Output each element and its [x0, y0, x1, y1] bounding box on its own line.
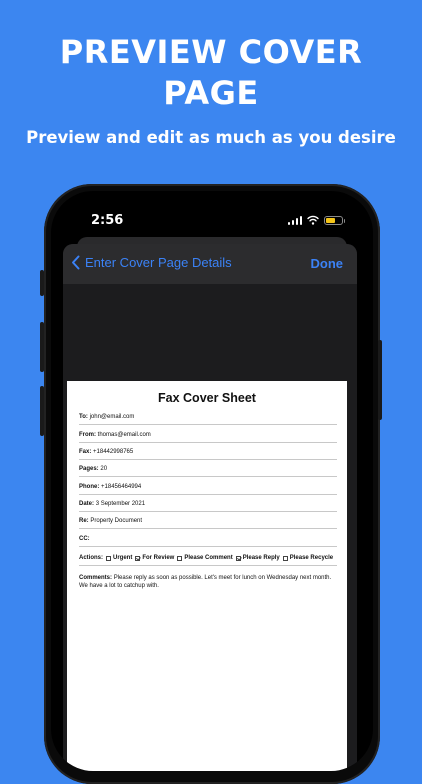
field-label: From: — [79, 432, 96, 438]
field-cc: CC: — [79, 535, 337, 547]
back-button[interactable]: Enter Cover Page Details — [71, 255, 232, 270]
field-value: 20 — [100, 466, 108, 472]
field-phone: Phone: +18456464994 — [79, 483, 337, 495]
battery-fill — [326, 218, 335, 223]
actions-label: Actions: — [79, 555, 103, 561]
action-label: Please Reply — [242, 555, 280, 561]
field-label: Phone: — [79, 484, 100, 490]
actions-row: Actions: Urgent For Review Please Commen… — [79, 554, 337, 566]
navigation-bar: Enter Cover Page Details Done — [63, 244, 357, 284]
silent-switch — [40, 270, 44, 296]
phone-screen: 2:56 Enter Cover Page Details Done Fax C… — [51, 191, 373, 771]
promo-title-line-1: PREVIEW COVER — [59, 33, 363, 71]
field-value: thomas@email.com — [97, 432, 151, 438]
promo-title: PREVIEW COVER PAGE — [0, 32, 422, 114]
power-button — [378, 340, 382, 420]
field-pages: Pages: 20 — [79, 465, 337, 477]
field-value: +18456464994 — [101, 484, 142, 490]
field-label: Date: — [79, 501, 95, 507]
action-label: Please Comment — [184, 555, 233, 561]
field-to: To: john@email.com — [79, 413, 337, 425]
field-label: Pages: — [79, 466, 99, 472]
cover-page-preview[interactable]: Fax Cover Sheet To: john@email.com From:… — [67, 381, 347, 771]
action-label: Please Recycle — [289, 555, 334, 561]
action-label: For Review — [142, 555, 175, 561]
field-date: Date: 3 September 2021 — [79, 500, 337, 512]
checkbox-for-review — [135, 555, 141, 561]
action-label: Urgent — [113, 555, 133, 561]
field-label: Re: — [79, 518, 89, 524]
promo-subtitle: Preview and edit as much as you desire — [26, 128, 396, 147]
field-label: Fax: — [79, 449, 92, 455]
back-button-label: Enter Cover Page Details — [85, 255, 232, 270]
field-value: Property Document — [90, 518, 143, 524]
wifi-icon — [307, 215, 319, 225]
field-value: 3 September 2021 — [95, 501, 146, 507]
comments-text: Please reply as soon as possible. Let's … — [79, 575, 332, 589]
modal-sheet: Enter Cover Page Details Done Fax Cover … — [63, 244, 357, 771]
comments-section: Comments: Please reply as soon as possib… — [79, 574, 337, 590]
field-fax: Fax: +18442998765 — [79, 448, 337, 460]
checkbox-please-reply — [235, 555, 241, 561]
promo-title-line-2: PAGE — [163, 74, 259, 112]
field-label: To: — [79, 414, 88, 420]
document-title: Fax Cover Sheet — [158, 391, 256, 405]
signal-icon — [287, 215, 302, 225]
checkbox-urgent — [106, 555, 111, 561]
field-label: CC: — [79, 536, 90, 542]
comments-label: Comments: — [79, 575, 113, 581]
volume-up-button — [40, 322, 44, 372]
status-time: 2:56 — [91, 213, 124, 228]
battery-icon — [324, 216, 345, 225]
done-button[interactable]: Done — [311, 256, 344, 271]
field-re: Re: Property Document — [79, 517, 337, 529]
field-from: From: thomas@email.com — [79, 431, 337, 443]
field-value: +18442998765 — [93, 449, 134, 455]
checkbox-please-comment — [177, 555, 183, 561]
chevron-left-icon — [72, 255, 80, 270]
status-icons — [287, 215, 345, 225]
volume-down-button — [40, 386, 44, 436]
checkbox-please-recycle — [282, 555, 288, 561]
field-value: john@email.com — [89, 414, 135, 420]
